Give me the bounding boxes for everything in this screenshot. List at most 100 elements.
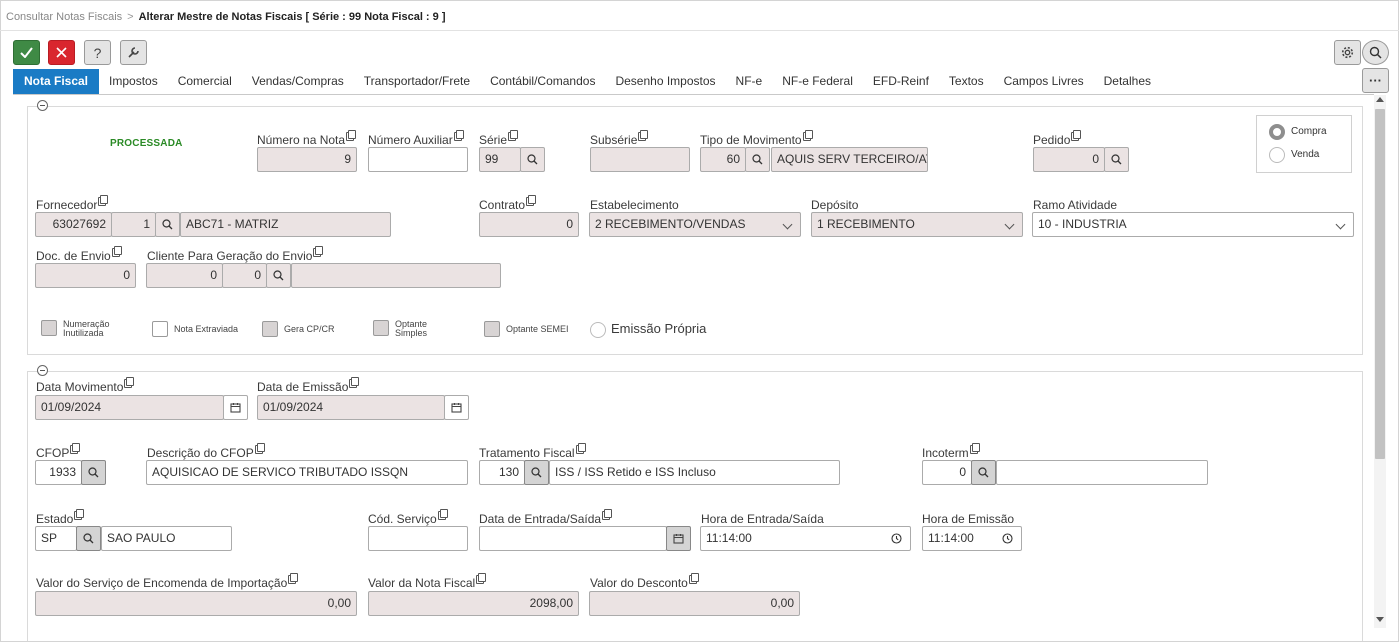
doc-envio-label: Doc. de Envio: [36, 246, 122, 263]
tab-comercial[interactable]: Comercial: [168, 69, 242, 94]
numeracao-inutilizada-checkbox[interactable]: [41, 320, 57, 336]
copy-icon[interactable]: [526, 195, 537, 206]
estado-search-button[interactable]: [76, 526, 101, 551]
copy-icon[interactable]: [508, 130, 519, 141]
copy-icon[interactable]: [476, 573, 487, 584]
copy-icon[interactable]: [453, 130, 464, 141]
compra-radio-label: Compra: [1291, 126, 1327, 137]
scroll-down-icon[interactable]: [1376, 617, 1384, 622]
optante-simples-checkbox[interactable]: [373, 320, 389, 336]
data-entrada-saida-input[interactable]: [479, 526, 667, 551]
tab-nota-fiscal[interactable]: Nota Fiscal: [13, 69, 100, 94]
scroll-up-icon[interactable]: [1376, 97, 1384, 102]
search-icon: [1111, 154, 1122, 165]
tab-campos-livres[interactable]: Campos Livres: [994, 69, 1094, 94]
copy-icon[interactable]: [437, 509, 448, 520]
ramo-atividade-select[interactable]: 10 - INDUSTRIA: [1032, 212, 1354, 237]
numero-auxiliar-input[interactable]: [368, 147, 468, 172]
serie-search-button[interactable]: [520, 147, 545, 172]
numero-nota-field: 9: [257, 147, 357, 172]
contrato-field: 0: [479, 212, 579, 237]
cod-servico-input[interactable]: [368, 526, 468, 551]
data-emissao-calendar-button[interactable]: [444, 395, 469, 420]
tipo-movimento-label: Tipo de Movimento: [700, 130, 813, 147]
copy-icon[interactable]: [575, 443, 586, 454]
tratamento-fiscal-search-button[interactable]: [524, 460, 549, 485]
tab-nfe-federal[interactable]: NF-e Federal: [772, 69, 863, 94]
collapse-header-panel-icon[interactable]: [37, 100, 48, 111]
emissao-propria-toggle[interactable]: [590, 322, 606, 338]
hora-entrada-saida-input[interactable]: 11:14:00: [700, 526, 911, 551]
cfop-input[interactable]: 1933: [35, 460, 82, 485]
copy-icon[interactable]: [969, 443, 980, 454]
copy-icon[interactable]: [74, 509, 85, 520]
copy-icon[interactable]: [1071, 130, 1082, 141]
tab-vendas-compras[interactable]: Vendas/Compras: [242, 69, 354, 94]
confirm-button[interactable]: [13, 40, 40, 65]
tratamento-fiscal-code-input[interactable]: 130: [479, 460, 525, 485]
copy-icon[interactable]: [349, 377, 360, 388]
tab-textos[interactable]: Textos: [939, 69, 994, 94]
copy-icon[interactable]: [688, 573, 699, 584]
copy-icon[interactable]: [254, 443, 265, 454]
contrato-label: Contrato: [479, 195, 537, 212]
optante-semei-checkbox[interactable]: [484, 321, 500, 337]
copy-icon[interactable]: [70, 443, 81, 454]
tab-efd-reinf[interactable]: EFD-Reinf: [863, 69, 939, 94]
gera-cp-cr-checkbox[interactable]: [262, 321, 278, 337]
descricao-cfop-field[interactable]: AQUISICAO DE SERVICO TRIBUTADO ISSQN: [146, 460, 468, 485]
pedido-search-button[interactable]: [1104, 147, 1129, 172]
copy-icon[interactable]: [124, 377, 135, 388]
help-button[interactable]: ?: [84, 40, 111, 65]
copy-icon[interactable]: [288, 573, 299, 584]
header-divider: [0, 30, 1399, 31]
tools-button[interactable]: [120, 40, 147, 65]
hora-emissao-input[interactable]: 11:14:00: [922, 526, 1022, 551]
hora-emissao-label: Hora de Emissão: [922, 512, 1015, 526]
tab-nfe[interactable]: NF-e: [726, 69, 773, 94]
chevron-down-icon: [1004, 219, 1015, 230]
scrollbar-thumb[interactable]: [1375, 109, 1385, 459]
settings-button[interactable]: [1334, 40, 1361, 65]
deposito-select[interactable]: 1 RECEBIMENTO: [811, 212, 1023, 237]
breadcrumb-parent[interactable]: Consultar Notas Fiscais: [6, 11, 122, 23]
fornecedor-label: Fornecedor: [36, 195, 109, 212]
cancel-button[interactable]: [48, 40, 75, 65]
copy-icon[interactable]: [98, 195, 109, 206]
subserie-label: Subsérie: [590, 130, 649, 147]
fornecedor-search-button[interactable]: [155, 212, 180, 237]
copy-icon[interactable]: [111, 246, 122, 257]
estado-description-field: SAO PAULO: [101, 526, 232, 551]
search-button[interactable]: [1362, 40, 1389, 65]
tab-detalhes[interactable]: Detalhes: [1094, 69, 1161, 94]
copy-icon[interactable]: [346, 130, 357, 141]
collapse-details-panel-icon[interactable]: [37, 365, 48, 376]
estabelecimento-select[interactable]: 2 RECEBIMENTO/VENDAS: [589, 212, 801, 237]
incoterm-input[interactable]: 0: [922, 460, 972, 485]
data-entrada-saida-calendar-button[interactable]: [666, 526, 691, 551]
tab-contabil-comandos[interactable]: Contábil/Comandos: [480, 69, 605, 94]
estado-input[interactable]: SP: [35, 526, 77, 551]
tab-desenho-impostos[interactable]: Desenho Impostos: [605, 69, 725, 94]
cliente-envio-search-button[interactable]: [266, 263, 291, 288]
venda-radio[interactable]: [1269, 147, 1285, 163]
data-movimento-calendar-button[interactable]: [223, 395, 248, 420]
breadcrumb-current: Alterar Mestre de Notas Fiscais [ Série …: [138, 11, 446, 23]
compra-radio[interactable]: [1269, 124, 1285, 140]
copy-icon[interactable]: [313, 246, 324, 257]
more-tabs-button[interactable]: ···: [1362, 68, 1389, 93]
copy-icon[interactable]: [802, 130, 813, 141]
copy-icon[interactable]: [602, 509, 613, 520]
valor-servico-importacao-field: 0,00: [35, 591, 357, 616]
nota-extraviada-checkbox[interactable]: [152, 321, 168, 337]
tab-impostos[interactable]: Impostos: [99, 69, 168, 94]
copy-icon[interactable]: [638, 130, 649, 141]
tipo-movimento-search-button[interactable]: [745, 147, 770, 172]
cfop-search-button[interactable]: [81, 460, 106, 485]
tab-transportador-frete[interactable]: Transportador/Frete: [354, 69, 480, 94]
breadcrumb: Consultar Notas Fiscais > Alterar Mestre d…: [6, 11, 446, 23]
fornecedor-description-field: ABC71 - MATRIZ: [180, 212, 391, 237]
pedido-label: Pedido: [1033, 130, 1082, 147]
incoterm-search-button[interactable]: [971, 460, 996, 485]
valor-nota-fiscal-label: Valor da Nota Fiscal: [368, 573, 487, 590]
